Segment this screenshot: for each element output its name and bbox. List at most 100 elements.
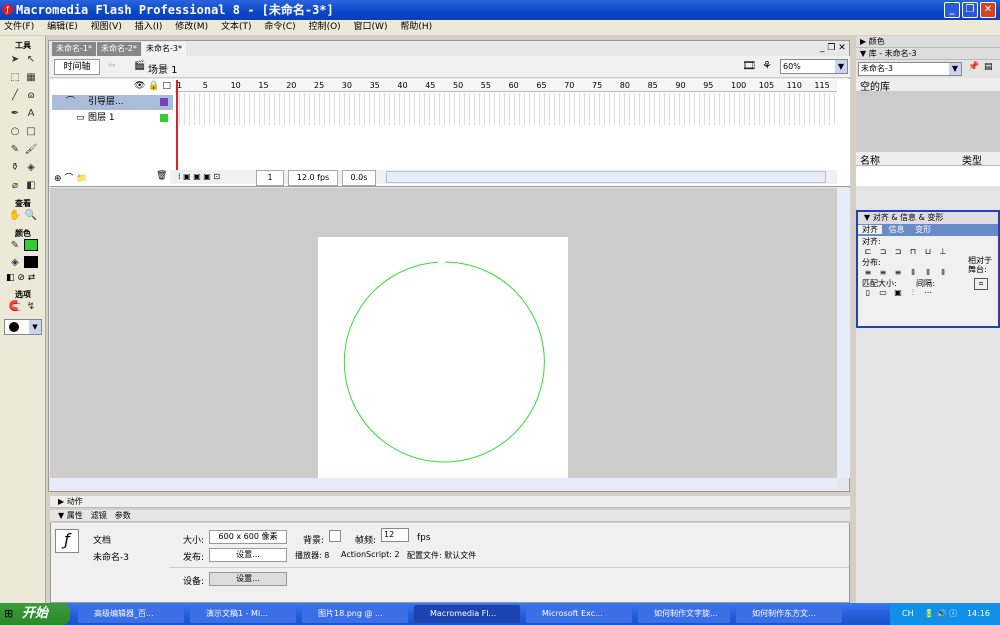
center-frame-icon[interactable]: ⁞ ▣ ▣ ▣ ⊡: [178, 170, 220, 184]
doc-tab-2[interactable]: 未命名-2*: [96, 42, 141, 56]
line-tool-icon[interactable]: ╱: [8, 89, 22, 102]
close-button[interactable]: ✕: [980, 2, 996, 18]
task-item-3[interactable]: 图片18.png @ ...: [302, 605, 408, 623]
to-stage-button[interactable]: ⌗: [974, 278, 988, 290]
gradient-transform-icon[interactable]: ▦: [24, 71, 38, 84]
layer-outline-color[interactable]: [160, 114, 168, 122]
task-item-1[interactable]: 高级编辑器_百...: [78, 605, 184, 623]
tab-align[interactable]: 对齐: [858, 225, 882, 234]
timeline-button[interactable]: 时间轴: [54, 59, 100, 75]
bg-color-swatch[interactable]: [329, 530, 341, 542]
stage-hscroll[interactable]: [50, 478, 837, 490]
guide-circle[interactable]: [343, 261, 545, 463]
menu-text[interactable]: 文本(T): [221, 22, 252, 32]
eyedropper-icon[interactable]: ⌀: [8, 179, 22, 192]
stroke-color-swatch[interactable]: [24, 239, 38, 251]
device-settings-button[interactable]: 设置...: [209, 572, 287, 586]
tray-icons[interactable]: 🔋 🔊 ⓘ: [924, 609, 957, 618]
tab-transform[interactable]: 变形: [911, 225, 935, 234]
library-list[interactable]: [856, 166, 1000, 186]
tab-filters[interactable]: 滤镜: [91, 511, 107, 520]
task-item-6[interactable]: 如何制作文字旋...: [638, 605, 730, 623]
align-bottom-icon[interactable]: ⊥: [937, 247, 949, 257]
doc-tab-3[interactable]: 未命名-3*: [141, 42, 186, 56]
dist-left-icon[interactable]: ⫴: [907, 268, 919, 278]
menu-view[interactable]: 视图(V): [91, 22, 122, 32]
chevron-down-icon[interactable]: ▼: [835, 60, 847, 73]
align-left-icon[interactable]: ⊏: [862, 247, 874, 257]
paint-bucket-icon[interactable]: ◈: [24, 161, 38, 174]
align-top-icon[interactable]: ⊓: [907, 247, 919, 257]
chevron-down-icon[interactable]: ▼: [949, 63, 961, 75]
actions-panel-bar[interactable]: ▶ 动作: [50, 496, 850, 508]
smooth-icon[interactable]: ↯: [24, 300, 38, 313]
menu-control[interactable]: 控制(O): [309, 22, 341, 32]
publish-settings-button[interactable]: 设置...: [209, 548, 287, 562]
tab-parameters[interactable]: 参数: [115, 511, 131, 520]
stroke-style-select[interactable]: ▼: [4, 319, 42, 335]
task-item-2[interactable]: 演示文稿1 - Mi...: [190, 605, 296, 623]
menu-edit[interactable]: 编辑(E): [47, 22, 78, 32]
dist-right-icon[interactable]: ⫴: [937, 268, 949, 278]
lang-indicator[interactable]: CH: [902, 609, 914, 618]
menu-insert[interactable]: 插入(I): [135, 22, 163, 32]
align-hcenter-icon[interactable]: ⊐: [877, 247, 889, 257]
lasso-tool-icon[interactable]: ɷ: [24, 89, 38, 102]
layer-header-icons[interactable]: 👁 🔒 □: [134, 81, 171, 91]
frame-grid[interactable]: [175, 93, 837, 125]
tab-properties[interactable]: 属性: [67, 511, 83, 520]
menu-window[interactable]: 窗口(W): [354, 22, 388, 32]
align-panel-header[interactable]: ▼ 对齐 & 信息 & 变形: [858, 212, 998, 224]
menu-file[interactable]: 文件(F): [4, 22, 34, 32]
maximize-button[interactable]: ❐: [962, 2, 978, 18]
ink-bottle-icon[interactable]: ⚱: [8, 161, 22, 174]
edit-symbol-icon[interactable]: ⚘: [762, 59, 772, 72]
doc-tab-1[interactable]: 未命名-1*: [52, 42, 96, 56]
free-transform-icon[interactable]: ⬚: [8, 71, 22, 84]
dist-vcenter-icon[interactable]: ≡: [877, 268, 889, 278]
task-item-4[interactable]: Macromedia Fl...: [414, 605, 520, 623]
brush-tool-icon[interactable]: 🖌: [24, 143, 38, 156]
size-button[interactable]: 600 x 600 像素: [209, 530, 287, 544]
task-item-5[interactable]: Microsoft Exc...: [526, 605, 632, 623]
library-select[interactable]: 未命名-3 ▼: [858, 62, 962, 76]
pen-tool-icon[interactable]: ✒: [8, 107, 22, 120]
menu-help[interactable]: 帮助(H): [400, 22, 432, 32]
menu-modify[interactable]: 修改(M): [175, 22, 208, 32]
rectangle-tool-icon[interactable]: □: [24, 125, 38, 138]
zoom-tool-icon[interactable]: 🔍: [24, 209, 38, 222]
align-vcenter-icon[interactable]: ⊔: [922, 247, 934, 257]
layer-outline-color[interactable]: [160, 98, 168, 106]
layer-row-guide[interactable]: ⌒ 引导层...: [52, 95, 173, 110]
minimize-button[interactable]: _: [944, 2, 960, 18]
col-name[interactable]: 名称: [856, 156, 880, 167]
playhead[interactable]: [176, 80, 178, 172]
delete-layer-icon[interactable]: 🗑: [156, 171, 167, 181]
match-both-icon[interactable]: ▣: [892, 288, 904, 298]
col-type[interactable]: 类型: [962, 152, 982, 167]
stage-vscroll[interactable]: [838, 188, 850, 478]
dist-bottom-icon[interactable]: ≡: [892, 268, 904, 278]
tab-info[interactable]: 信息: [885, 225, 909, 234]
text-tool-icon[interactable]: A: [24, 107, 38, 120]
library-panel-header[interactable]: ▼ 库 - 未命名-3: [856, 48, 1000, 60]
pin-icon[interactable]: 📌: [968, 62, 979, 72]
color-swap-icons[interactable]: ◧ ⊘ ⇄: [0, 273, 45, 283]
zoom-select[interactable]: 60% ▼: [780, 59, 848, 74]
arrow-tool-icon[interactable]: ➤: [8, 53, 22, 66]
pencil-tool-icon[interactable]: ✎: [8, 143, 22, 156]
match-width-icon[interactable]: ▯: [862, 288, 874, 298]
snap-magnet-icon[interactable]: 🧲: [8, 300, 22, 313]
timeline-hscroll[interactable]: [386, 171, 826, 183]
doc-window-controls[interactable]: _ ❐ ✕: [820, 43, 846, 53]
back-arrow-icon[interactable]: ⇦: [108, 61, 116, 71]
dist-hcenter-icon[interactable]: ⫴: [922, 268, 934, 278]
edit-scene-icon[interactable]: 🎞: [742, 59, 756, 72]
add-layer-icons[interactable]: ⊕ ⌒ 📁: [54, 171, 87, 184]
eraser-tool-icon[interactable]: ◧: [24, 179, 38, 192]
match-height-icon[interactable]: ▭: [877, 288, 889, 298]
color-panel-header[interactable]: ▶ 颜色: [856, 36, 1000, 48]
fill-color-swatch[interactable]: [24, 256, 38, 268]
stage-drawing[interactable]: [318, 237, 568, 478]
fps-input[interactable]: 12: [381, 528, 409, 542]
